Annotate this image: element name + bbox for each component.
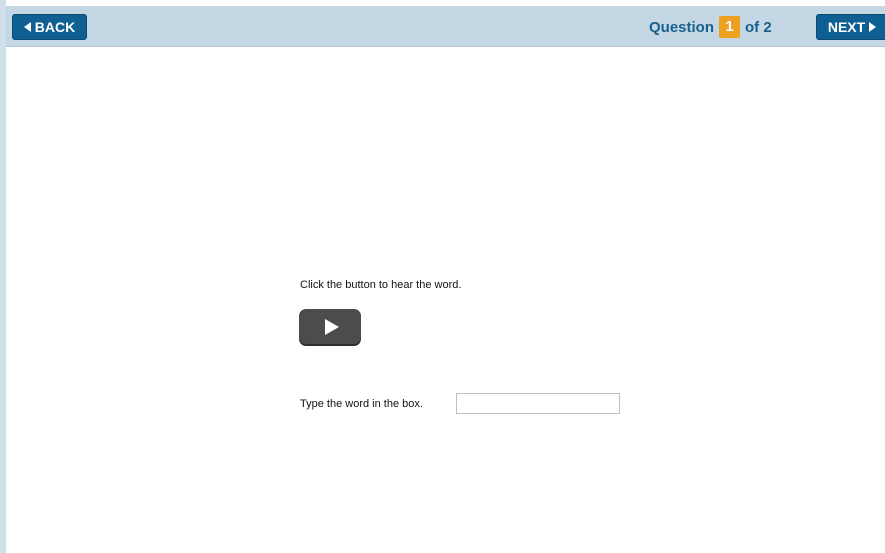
play-icon xyxy=(324,318,339,335)
type-instruction: Type the word in the box. xyxy=(300,398,423,410)
listen-prompt: Click the button to hear the word. xyxy=(300,279,462,291)
current-question-number: 1 xyxy=(719,16,741,38)
question-label: Question xyxy=(649,18,715,36)
left-rail xyxy=(0,0,6,553)
back-button[interactable]: BACK xyxy=(12,14,87,40)
triangle-left-icon xyxy=(23,22,31,32)
back-button-label: BACK xyxy=(34,19,76,35)
question-total: of 2 xyxy=(745,18,772,36)
quiz-window: BACK Question 1 of 2 NEXT Click the butt… xyxy=(0,0,885,553)
question-counter: Question 1 of 2 xyxy=(649,14,772,40)
triangle-right-icon xyxy=(869,22,877,32)
navigation-bar: BACK Question 1 of 2 NEXT xyxy=(6,6,885,47)
answer-input[interactable] xyxy=(456,393,620,414)
next-button-label: NEXT xyxy=(827,19,866,35)
play-audio-button[interactable] xyxy=(299,309,361,344)
next-button[interactable]: NEXT xyxy=(816,14,885,40)
